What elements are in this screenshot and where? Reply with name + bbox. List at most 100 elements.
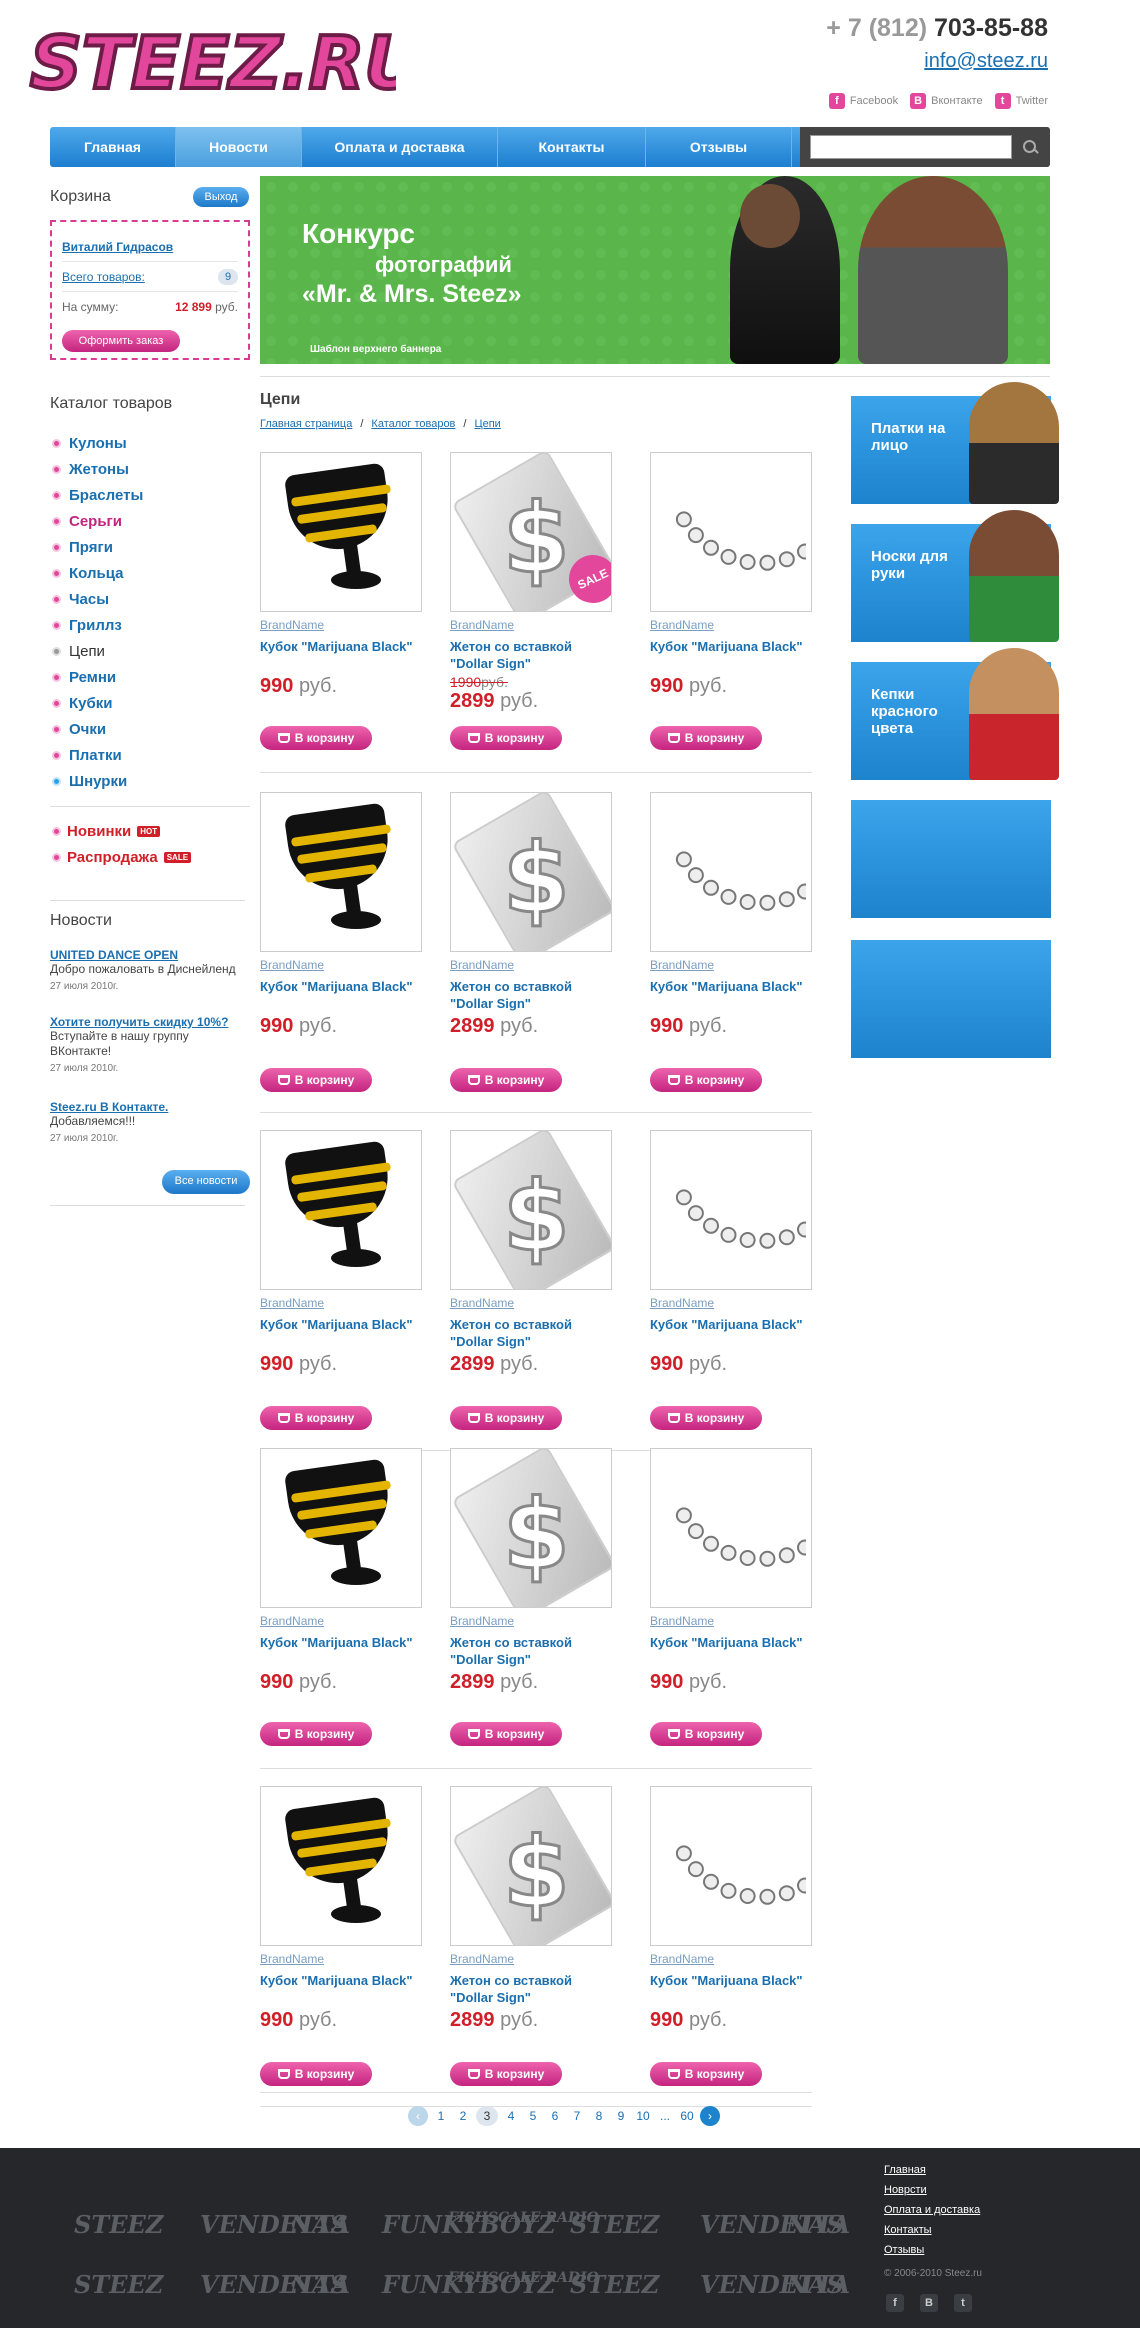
product-image[interactable]: $ (450, 792, 612, 952)
product-brand[interactable]: BrandName (260, 958, 425, 972)
page-link[interactable]: 6 (546, 2106, 564, 2126)
news-item-title[interactable]: UNITED DANCE OPEN (50, 948, 250, 962)
social-link[interactable]: f Facebook (828, 93, 898, 109)
product-name[interactable]: Кубок "Marijuana Black" (260, 1972, 425, 2006)
page-link[interactable]: 60 (678, 2106, 696, 2126)
breadcrumb-link[interactable]: Цепи (474, 418, 500, 430)
user-name-link[interactable]: Виталий Гидрасов (62, 240, 173, 254)
logout-button[interactable]: Выход (193, 187, 249, 207)
product-image[interactable]: $ (450, 1786, 612, 1946)
product-brand[interactable]: BrandName (650, 1952, 815, 1966)
product-name[interactable]: Кубок "Marijuana Black" (650, 638, 815, 672)
footer-link[interactable]: Главная (884, 2164, 926, 2176)
add-to-cart-button[interactable]: В корзину (650, 1068, 762, 1092)
product-image[interactable] (260, 1130, 422, 1290)
email-link[interactable]: info@steez.ru (924, 50, 1048, 73)
product-name[interactable]: Кубок "Marijuana Black" (650, 1972, 815, 2006)
add-to-cart-button[interactable]: В корзину (650, 2062, 762, 2086)
product-brand[interactable]: BrandName (450, 618, 615, 632)
news-item-title[interactable]: Steez.ru В Контакте. (50, 1100, 250, 1114)
side-banner[interactable]: Платки на лицо (851, 382, 1059, 504)
social-link[interactable]: t Twitter (994, 93, 1048, 109)
total-items-link[interactable]: Всего товаров: (62, 270, 145, 284)
product-brand[interactable]: BrandName (260, 1614, 425, 1628)
page-link[interactable]: 5 (524, 2106, 542, 2126)
page-link[interactable]: 7 (568, 2106, 586, 2126)
product-image[interactable] (650, 1786, 812, 1946)
product-name[interactable]: Кубок "Marijuana Black" (650, 978, 815, 1012)
footer-link[interactable]: Новрсти (884, 2184, 927, 2196)
footer-vkontakte-icon[interactable]: B (920, 2294, 938, 2312)
footer-facebook-icon[interactable]: f (886, 2294, 904, 2312)
news-item-title[interactable]: Хотите получить скидку 10%? (50, 1015, 250, 1029)
product-image[interactable] (260, 1448, 422, 1608)
add-to-cart-button[interactable]: В корзину (450, 1406, 562, 1430)
catalog-item[interactable]: Шнурки (52, 768, 252, 794)
breadcrumb-link[interactable]: Главная страница (260, 418, 352, 430)
page-link[interactable]: 2 (454, 2106, 472, 2126)
search-input[interactable] (810, 135, 1013, 159)
product-image[interactable] (650, 1130, 812, 1290)
product-name[interactable]: Жетон со вставкой "Dollar Sign" (450, 638, 615, 672)
product-name[interactable]: Кубок "Marijuana Black" (260, 1316, 425, 1350)
product-brand[interactable]: BrandName (650, 618, 815, 632)
social-link[interactable]: B Вконтакте (910, 93, 983, 109)
product-image[interactable] (650, 1448, 812, 1608)
catalog-item[interactable]: Серьги (52, 508, 252, 534)
product-name[interactable]: Жетон со вставкой "Dollar Sign" (450, 1634, 615, 1668)
add-to-cart-button[interactable]: В корзину (260, 1068, 372, 1092)
nav-item[interactable]: Контакты (498, 127, 646, 167)
page-link[interactable]: 1 (432, 2106, 450, 2126)
page-link[interactable]: 3 (476, 2106, 498, 2126)
product-image[interactable] (650, 452, 812, 612)
product-brand[interactable]: BrandName (650, 958, 815, 972)
nav-item[interactable]: Главная (50, 127, 176, 167)
page-link[interactable]: 8 (590, 2106, 608, 2126)
add-to-cart-button[interactable]: В корзину (650, 1722, 762, 1746)
catalog-item[interactable]: Браслеты (52, 482, 252, 508)
side-banner[interactable]: Носки для руки (851, 510, 1059, 642)
footer-link[interactable]: Контакты (884, 2224, 932, 2236)
catalog-item[interactable]: Гриллз (52, 612, 252, 638)
add-to-cart-button[interactable]: В корзину (650, 1406, 762, 1430)
product-name[interactable]: Кубок "Marijuana Black" (650, 1316, 815, 1350)
catalog-item[interactable]: Часы (52, 586, 252, 612)
footer-link[interactable]: Отзывы (884, 2244, 924, 2256)
next-page-icon[interactable]: › (700, 2106, 720, 2126)
catalog-item[interactable]: Кулоны (52, 430, 252, 456)
search-icon[interactable] (1020, 137, 1040, 157)
all-news-button[interactable]: Все новости (162, 1170, 250, 1194)
special-item[interactable]: Новинки HOT (52, 818, 252, 844)
product-brand[interactable]: BrandName (450, 958, 615, 972)
footer-twitter-icon[interactable]: t (954, 2294, 972, 2312)
product-brand[interactable]: BrandName (450, 1296, 615, 1310)
product-name[interactable]: Кубок "Marijuana Black" (260, 638, 425, 672)
product-image[interactable]: $ SALE (450, 452, 612, 612)
add-to-cart-button[interactable]: В корзину (450, 726, 562, 750)
page-link[interactable]: 10 (634, 2106, 652, 2126)
add-to-cart-button[interactable]: В корзину (260, 726, 372, 750)
product-brand[interactable]: BrandName (260, 1952, 425, 1966)
catalog-item[interactable]: Очки (52, 716, 252, 742)
catalog-item[interactable]: Платки (52, 742, 252, 768)
catalog-item[interactable]: Кольца (52, 560, 252, 586)
product-image[interactable] (650, 792, 812, 952)
top-banner[interactable]: Конкурс фотографий «Mr. & Mrs. Steez» Ша… (260, 176, 1050, 364)
footer-link[interactable]: Оплата и доставка (884, 2204, 980, 2216)
product-image[interactable] (260, 792, 422, 952)
product-brand[interactable]: BrandName (450, 1614, 615, 1628)
side-banner[interactable] (851, 800, 1051, 918)
product-name[interactable]: Жетон со вставкой "Dollar Sign" (450, 1316, 615, 1350)
product-brand[interactable]: BrandName (650, 1614, 815, 1628)
add-to-cart-button[interactable]: В корзину (260, 1722, 372, 1746)
product-image[interactable]: $ (450, 1130, 612, 1290)
add-to-cart-button[interactable]: В корзину (260, 1406, 372, 1430)
product-name[interactable]: Жетон со вставкой "Dollar Sign" (450, 978, 615, 1012)
checkout-button[interactable]: Оформить заказ (62, 330, 180, 352)
nav-item[interactable]: Новости (176, 127, 302, 167)
nav-item[interactable]: Отзывы (646, 127, 792, 167)
catalog-item[interactable]: Кубки (52, 690, 252, 716)
site-logo[interactable]: STEEZ.RU (26, 18, 396, 108)
product-brand[interactable]: BrandName (260, 618, 425, 632)
breadcrumb-link[interactable]: Каталог товаров (371, 418, 455, 430)
